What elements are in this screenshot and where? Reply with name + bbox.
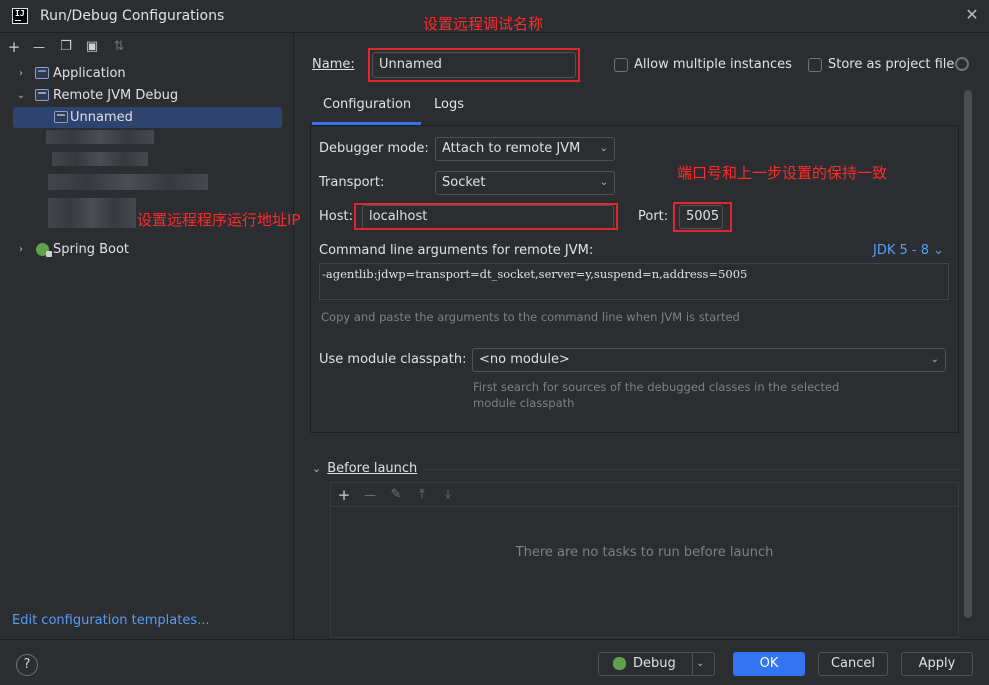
tab-logs[interactable]: Logs: [434, 97, 464, 112]
annotation-port: 端口号和上一步设置的保持一致: [677, 164, 888, 182]
tree-toolbar: + — ❐ ▣ ⇅: [0, 35, 294, 59]
tree-item-label: Unnamed: [70, 110, 133, 125]
store-project-label: Store as project file: [828, 57, 955, 72]
vertical-scrollbar[interactable]: [964, 90, 972, 618]
transport-value: Socket: [442, 175, 486, 190]
module-classpath-select[interactable]: <no module> ⌄: [472, 348, 946, 372]
before-launch-toolbar: + — ✎ ⤒ ⤓: [331, 483, 958, 507]
tree-item-application[interactable]: › Application: [13, 63, 282, 84]
add-icon[interactable]: +: [5, 38, 23, 56]
obscured-item: [48, 174, 208, 190]
chevron-down-icon: ⌄: [930, 354, 939, 365]
obscured-item: [46, 130, 154, 144]
tree-item-label: Spring Boot: [53, 242, 130, 257]
application-icon: [35, 67, 49, 79]
annotation-box-host: [354, 203, 618, 230]
tree-item-spring-boot[interactable]: › Spring Boot: [13, 239, 282, 260]
chevron-down-icon: ⌄: [599, 177, 608, 188]
bug-icon: [613, 657, 626, 670]
remove-icon[interactable]: —: [30, 38, 48, 56]
cmdline-arguments-field[interactable]: -agentlib:jdwp=transport=dt_socket,serve…: [319, 263, 949, 300]
tree-item-unnamed[interactable]: Unnamed: [13, 107, 282, 128]
cancel-button[interactable]: Cancel: [818, 652, 888, 676]
sort-icon[interactable]: ⇅: [110, 38, 128, 56]
cmdline-label: Command line arguments for remote JVM:: [319, 243, 594, 258]
tree-item-remote-jvm-debug[interactable]: ⌄ Remote JVM Debug: [13, 85, 282, 106]
window-title: Run/Debug Configurations: [40, 8, 225, 24]
before-launch-label: Before launch: [327, 461, 418, 476]
transport-select[interactable]: Socket ⌄: [435, 171, 615, 195]
remote-debug-icon: [54, 111, 68, 123]
obscured-item: [52, 152, 148, 166]
name-label-text: Name:: [312, 57, 355, 72]
chevron-right-icon[interactable]: ›: [15, 239, 27, 260]
annotation-name: 设置远程调试名称: [423, 15, 544, 33]
split-divider: [692, 653, 693, 675]
transport-label: Transport:: [319, 175, 385, 190]
move-down-icon[interactable]: ⤓: [439, 486, 457, 504]
debugger-mode-select[interactable]: Attach to remote JVM ⌄: [435, 137, 615, 161]
add-task-icon[interactable]: +: [335, 486, 353, 504]
tree-item-label: Remote JVM Debug: [53, 88, 179, 103]
chevron-down-icon: ⌄: [312, 462, 322, 475]
apply-button[interactable]: Apply: [901, 652, 973, 676]
store-project-checkbox[interactable]: [808, 58, 822, 72]
annotation-box-port: [673, 202, 732, 232]
spring-boot-icon: [36, 243, 52, 257]
host-label: Host:: [319, 209, 353, 224]
module-hint-line-1: First search for sources of the debugged…: [473, 380, 840, 394]
tab-configuration[interactable]: Configuration: [323, 97, 411, 112]
folder-icon[interactable]: ▣: [83, 38, 101, 56]
annotation-box-name: [368, 48, 580, 82]
debugger-mode-label: Debugger mode:: [319, 141, 429, 156]
before-launch-header[interactable]: ⌄ Before launch: [312, 461, 417, 476]
intellij-logo-icon: IJ: [12, 8, 28, 24]
chevron-down-icon[interactable]: ⌄: [15, 85, 27, 106]
jdk-version-dropdown[interactable]: JDK 5 - 8 ⌄: [873, 243, 944, 258]
cmdline-hint: Copy and paste the arguments to the comm…: [321, 310, 740, 324]
allow-multiple-checkbox[interactable]: [614, 58, 628, 72]
close-icon[interactable]: ✕: [963, 6, 981, 24]
remote-debug-icon: [35, 89, 49, 101]
copy-icon[interactable]: ❐: [57, 38, 75, 56]
gear-icon[interactable]: [955, 57, 969, 71]
annotation-host: 设置远程程序运行地址IP: [137, 211, 301, 229]
help-button[interactable]: ?: [16, 654, 38, 676]
ok-button[interactable]: OK: [733, 652, 805, 676]
obscured-item: [48, 198, 136, 228]
allow-multiple-label: Allow multiple instances: [634, 57, 792, 72]
edit-task-icon[interactable]: ✎: [387, 486, 405, 504]
port-label: Port:: [638, 209, 669, 224]
debug-button-label: Debug: [633, 656, 676, 671]
remove-task-icon[interactable]: —: [361, 486, 379, 504]
chevron-down-icon: ⌄: [599, 143, 608, 154]
divider: [423, 469, 959, 470]
module-classpath-label: Use module classpath:: [319, 352, 467, 367]
chevron-right-icon[interactable]: ›: [15, 63, 27, 84]
name-label: Name:: [312, 57, 355, 72]
edit-templates-link[interactable]: Edit configuration templates...: [12, 613, 210, 628]
tree-item-label: Application: [53, 66, 126, 81]
debugger-mode-value: Attach to remote JVM: [442, 141, 581, 156]
module-hint-line-2: module classpath: [473, 396, 575, 410]
before-launch-empty-text: There are no tasks to run before launch: [515, 545, 774, 560]
module-classpath-value: <no module>: [479, 352, 570, 367]
chevron-down-icon[interactable]: ⌄: [696, 653, 704, 675]
move-up-icon[interactable]: ⤒: [413, 486, 431, 504]
